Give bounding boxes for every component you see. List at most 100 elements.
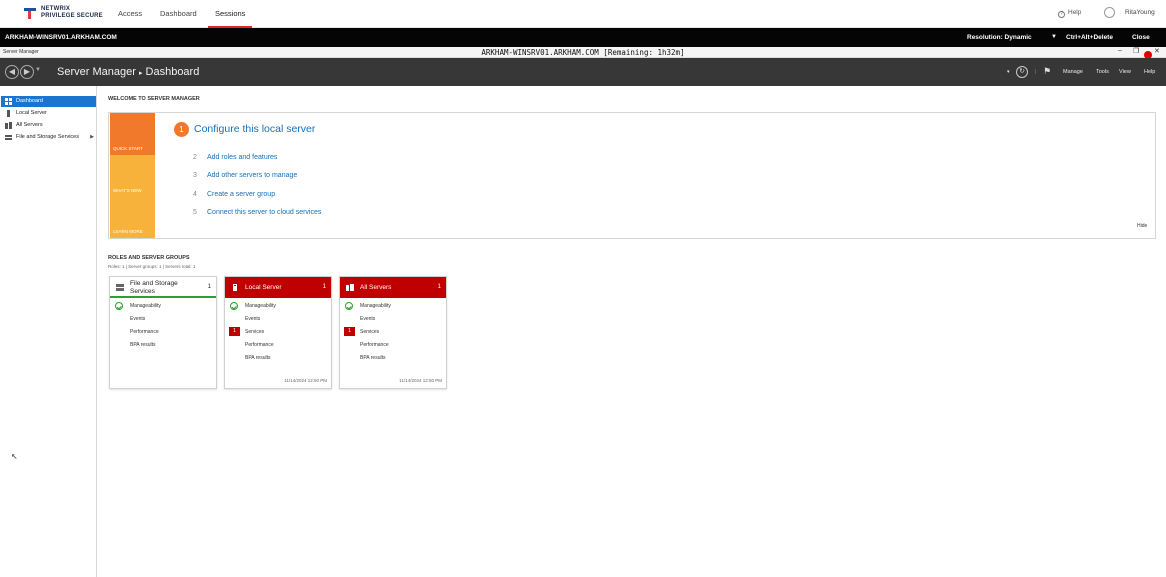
add-roles-link[interactable]: Add roles and features (207, 154, 277, 161)
refresh-caret-icon[interactable]: ▾ (1007, 69, 1010, 75)
menu-view[interactable]: View (1119, 69, 1131, 75)
refresh-icon[interactable]: ↻ (1016, 66, 1028, 78)
step-number-badge: 1 (174, 122, 189, 137)
tile-header[interactable]: All Servers 1 (340, 277, 446, 298)
session-bar: ARKHAM-WINSRV01.ARKHAM.COM Resolution: D… (0, 28, 1166, 47)
tile-name: All Servers (360, 284, 392, 291)
tab-learn-more[interactable]: LEARN MORE (110, 197, 155, 238)
sidebar-item-all-servers[interactable]: All Servers (1, 120, 96, 131)
chevron-right-icon[interactable]: ▶ (90, 132, 94, 143)
tile-header[interactable]: Local Server 1 (225, 277, 331, 298)
user-name[interactable]: RitaYoung (1125, 9, 1155, 16)
nav-access[interactable]: Access (118, 0, 142, 28)
server-manager-header: ◀ ▶ ▼ Server Manager ▸ Dashboard ▾ ↻ | ⚑… (0, 58, 1166, 86)
manageability-row[interactable]: Manageability (245, 303, 276, 309)
sidebar: Dashboard Local Server All Servers File … (0, 86, 97, 577)
session-host: ARKHAM-WINSRV01.ARKHAM.COM (5, 34, 117, 41)
roles-summary: Roles: 1 | Server groups: 1 | Servers to… (108, 264, 196, 269)
bpa-row[interactable]: BPA results (245, 355, 270, 361)
netwrix-top-bar: NETWRIX PRIVILEGE SECURE Access Dashboar… (0, 0, 1166, 28)
bpa-row[interactable]: BPA results (130, 342, 155, 348)
nav-sessions[interactable]: Sessions (208, 0, 253, 28)
tile-name: File and Storage Services (130, 280, 178, 295)
notifications-flag-icon[interactable]: ⚑ (1043, 66, 1051, 77)
sidebar-item-local-server[interactable]: Local Server (1, 108, 96, 119)
services-row[interactable]: Services (245, 329, 264, 335)
bpa-row[interactable]: BPA results (360, 355, 385, 361)
create-server-group-link[interactable]: Create a server group (207, 191, 275, 198)
welcome-heading: WELCOME TO SERVER MANAGER (108, 96, 200, 102)
services-alert-badge: 1 (229, 327, 240, 336)
events-row[interactable]: Events (360, 316, 375, 322)
servers-icon (346, 284, 354, 291)
tile-count: 1 (322, 284, 326, 290)
performance-row[interactable]: Performance (360, 342, 389, 348)
user-avatar-icon[interactable] (1104, 7, 1115, 18)
rdp-title-bar: Server Manager ARKHAM-WINSRV01.ARKHAM.CO… (0, 47, 1166, 58)
services-row[interactable]: Services (360, 329, 379, 335)
sidebar-item-label: File and Storage Services (16, 134, 79, 140)
configure-local-server-link[interactable]: Configure this local server (194, 123, 315, 135)
minimize-icon[interactable]: – (1118, 47, 1122, 54)
tile-local-server[interactable]: Local Server 1 Manageability Events 1 Se… (224, 276, 332, 389)
sidebar-item-label: All Servers (16, 122, 43, 128)
nav-dashboard[interactable]: Dashboard (160, 0, 197, 28)
events-row[interactable]: Events (245, 316, 260, 322)
sidebar-item-file-storage[interactable]: File and Storage Services ▶ (1, 132, 96, 143)
menu-manage[interactable]: Manage (1063, 69, 1083, 75)
manageability-row[interactable]: Manageability (360, 303, 391, 309)
page-title: Server Manager ▸ Dashboard (57, 66, 200, 78)
netwrix-logo-icon (24, 8, 36, 19)
server-icon (7, 110, 10, 117)
resolution-select[interactable]: Resolution: Dynamic (967, 34, 1032, 41)
step-number: 4 (193, 191, 197, 198)
events-row[interactable]: Events (130, 316, 145, 322)
step-number: 2 (193, 154, 197, 161)
services-alert-badge: 1 (344, 327, 355, 336)
netwrix-brand: NETWRIX PRIVILEGE SECURE (41, 6, 103, 19)
close-icon[interactable]: ✕ (1154, 47, 1160, 55)
performance-row[interactable]: Performance (130, 329, 159, 335)
server-icon (233, 284, 237, 291)
tile-timestamp: 11/14/2024 12:50 PM (399, 378, 442, 383)
sidebar-item-dashboard[interactable]: Dashboard (1, 96, 96, 107)
tile-all-servers[interactable]: All Servers 1 Manageability Events 1 Ser… (339, 276, 447, 389)
close-session-button[interactable]: Close (1132, 34, 1150, 41)
divider: | (1035, 69, 1037, 75)
mouse-cursor-icon: ↖ (11, 452, 18, 461)
sidebar-item-label: Local Server (16, 110, 47, 116)
add-servers-link[interactable]: Add other servers to manage (207, 172, 297, 179)
servers-icon (5, 122, 12, 129)
help-label: Help (1068, 9, 1082, 16)
back-icon[interactable]: ◀ (5, 65, 19, 79)
sidebar-item-label: Dashboard (16, 98, 43, 104)
menu-tools[interactable]: Tools (1096, 69, 1109, 75)
tile-timestamp: 11/14/2024 12:50 PM (284, 378, 327, 383)
tab-whats-new[interactable]: WHAT'S NEW (110, 155, 155, 197)
tile-header[interactable]: File and Storage Services 1 (110, 277, 216, 298)
tile-file-storage[interactable]: File and Storage Services 1 Manageabilit… (109, 276, 217, 389)
performance-row[interactable]: Performance (245, 342, 274, 348)
help-icon: ? (1058, 11, 1065, 18)
ok-status-icon (115, 302, 123, 310)
forward-icon[interactable]: ▶ (20, 65, 34, 79)
storage-icon (116, 284, 124, 291)
ctrl-alt-delete-button[interactable]: Ctrl+Alt+Delete (1066, 34, 1113, 41)
storage-icon (5, 135, 12, 140)
ok-status-icon (230, 302, 238, 310)
dashboard-icon (5, 98, 12, 105)
tab-quick-start[interactable]: QUICK START (110, 113, 155, 155)
hide-link[interactable]: Hide (1137, 223, 1147, 229)
connect-cloud-link[interactable]: Connect this server to cloud services (207, 209, 321, 216)
history-caret-icon[interactable]: ▼ (35, 67, 41, 73)
help-link[interactable]: ? Help (1058, 9, 1081, 18)
caret-down-icon[interactable]: ▼ (1051, 34, 1057, 40)
restore-icon[interactable]: ❐ (1133, 47, 1139, 55)
tile-name: Local Server (245, 284, 282, 291)
menu-help[interactable]: Help (1144, 69, 1155, 75)
roles-heading: ROLES AND SERVER GROUPS (108, 255, 190, 261)
step-number: 3 (193, 172, 197, 179)
step-number: 5 (193, 209, 197, 216)
manageability-row[interactable]: Manageability (130, 303, 161, 309)
tile-count: 1 (437, 284, 441, 290)
